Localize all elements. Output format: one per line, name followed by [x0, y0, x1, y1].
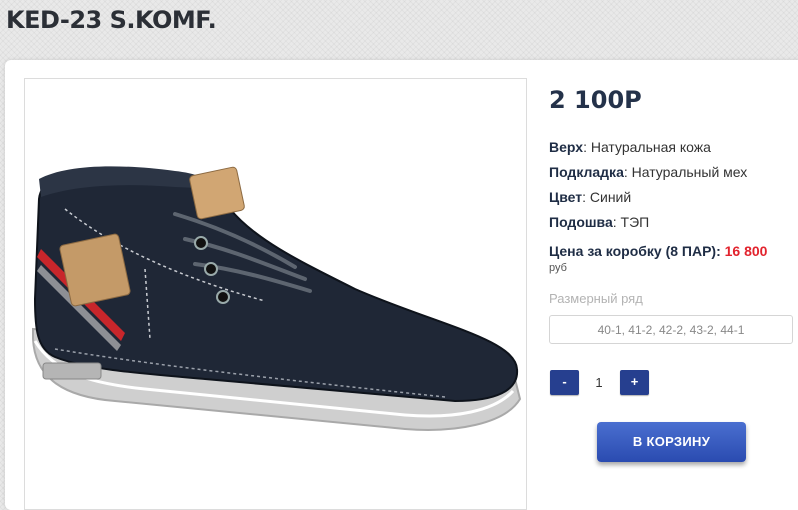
box-price-value: 16 800	[724, 243, 768, 259]
spec-upper-value: : Натуральная кожа	[583, 139, 711, 155]
box-price: Цена за коробку (8 ПАР): 16 800	[549, 243, 767, 259]
shoe-icon	[32, 166, 522, 431]
spec-lining: Подкладка: Натуральный мех	[549, 164, 747, 180]
page-title: KED-23 S.KOMF.	[6, 6, 217, 34]
quantity-input[interactable]: 1	[584, 370, 614, 395]
spec-lining-value: : Натуральный мех	[623, 164, 748, 180]
box-price-currency: руб	[549, 262, 567, 274]
spec-color-label: Цвет	[549, 189, 583, 205]
spec-upper-label: Верх	[549, 139, 584, 155]
size-range-select[interactable]: 40-1, 41-2, 42-2, 43-2, 44-1	[549, 315, 793, 344]
spec-sole: Подошва: ТЭП	[549, 214, 649, 230]
quantity-minus-button[interactable]: -	[550, 370, 579, 395]
size-range-label: Размерный ряд	[549, 291, 643, 306]
spec-upper: Верх: Натуральная кожа	[549, 139, 711, 155]
box-price-label: Цена за коробку (8 ПАР):	[549, 243, 721, 259]
quantity-plus-button[interactable]: +	[620, 370, 649, 395]
product-image[interactable]	[24, 78, 527, 510]
add-to-cart-button[interactable]: В КОРЗИНУ	[597, 422, 746, 462]
spec-color-value: : Синий	[582, 189, 632, 205]
spec-lining-label: Подкладка	[549, 164, 624, 180]
spec-sole-label: Подошва	[549, 214, 613, 230]
product-price: 2 100Р	[549, 86, 642, 114]
spec-color: Цвет: Синий	[549, 189, 631, 205]
spec-sole-value: : ТЭП	[612, 214, 650, 230]
